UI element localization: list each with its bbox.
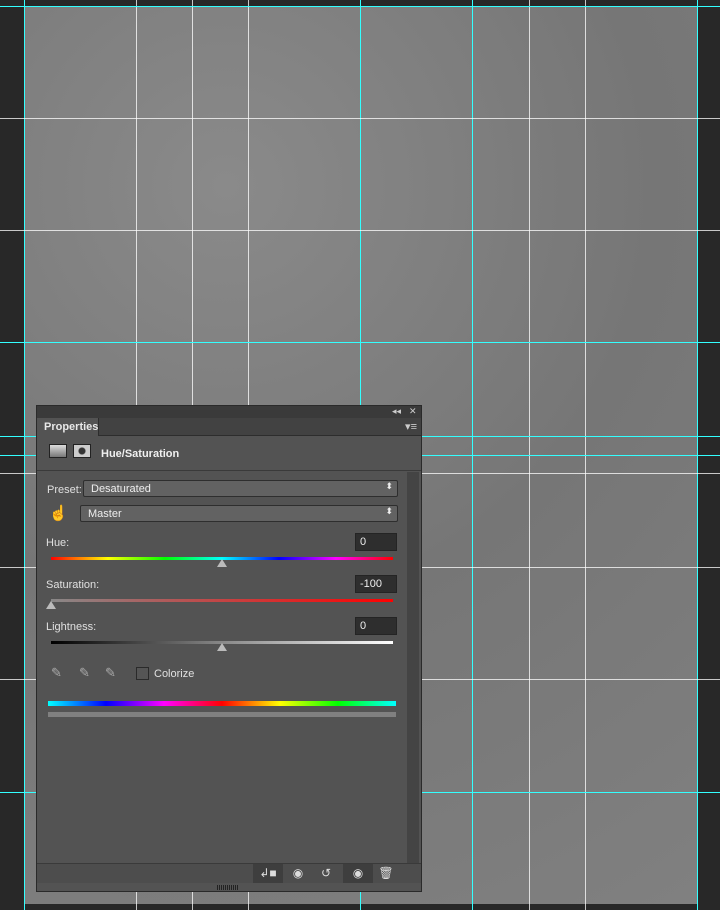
panel-title: Hue/Saturation: [101, 448, 180, 460]
saturation-label: Saturation:: [46, 579, 100, 591]
saturation-slider-thumb[interactable]: [46, 601, 56, 609]
hue-label: Hue:: [46, 537, 70, 549]
toggle-visibility-icon[interactable]: ◉: [343, 864, 373, 883]
collapse-icon[interactable]: ◂◂: [392, 406, 401, 417]
adjustment-icon[interactable]: [49, 444, 67, 458]
colorize-checkbox[interactable]: [136, 667, 149, 680]
lightness-input[interactable]: 0: [355, 617, 397, 635]
reset-icon[interactable]: ↺: [311, 864, 341, 883]
view-previous-state-icon[interactable]: ◉: [283, 864, 313, 883]
saturation-input[interactable]: -100: [355, 575, 397, 593]
properties-panel: ◂◂ ✕ Properties ▾≡ Hue/Saturation Preset: …: [36, 405, 422, 892]
targeted-adjustment-hand-icon[interactable]: ☝: [49, 504, 68, 522]
lightness-label: Lightness:: [46, 621, 97, 633]
hue-slider-thumb[interactable]: [217, 559, 227, 567]
hue-input[interactable]: 0: [355, 533, 397, 551]
color-spectrum-bar: [48, 701, 396, 706]
preset-select[interactable]: Desaturated ⬍: [83, 480, 398, 497]
colorize-label: Colorize: [154, 668, 195, 680]
eyedropper-icon[interactable]: ✎: [51, 665, 62, 681]
tab-properties[interactable]: Properties: [37, 418, 99, 436]
channel-select[interactable]: Master ⬍: [80, 505, 398, 522]
close-icon[interactable]: ✕: [409, 406, 417, 417]
panel-menu-icon[interactable]: ▾≡: [405, 420, 417, 433]
resize-grip[interactable]: [217, 885, 239, 890]
clip-to-layer-icon[interactable]: ↲■: [253, 864, 283, 883]
result-spectrum-bar: [48, 712, 396, 717]
scrollbar[interactable]: [407, 472, 419, 864]
lightness-slider-thumb[interactable]: [217, 643, 227, 651]
saturation-slider-track[interactable]: [51, 599, 393, 602]
eyedropper-plus-icon[interactable]: ✎: [79, 665, 90, 681]
preset-label: Preset:: [47, 484, 82, 496]
mask-icon[interactable]: [73, 444, 91, 458]
delete-icon[interactable]: 🗑: [371, 864, 401, 883]
eyedropper-minus-icon[interactable]: ✎: [105, 665, 116, 681]
